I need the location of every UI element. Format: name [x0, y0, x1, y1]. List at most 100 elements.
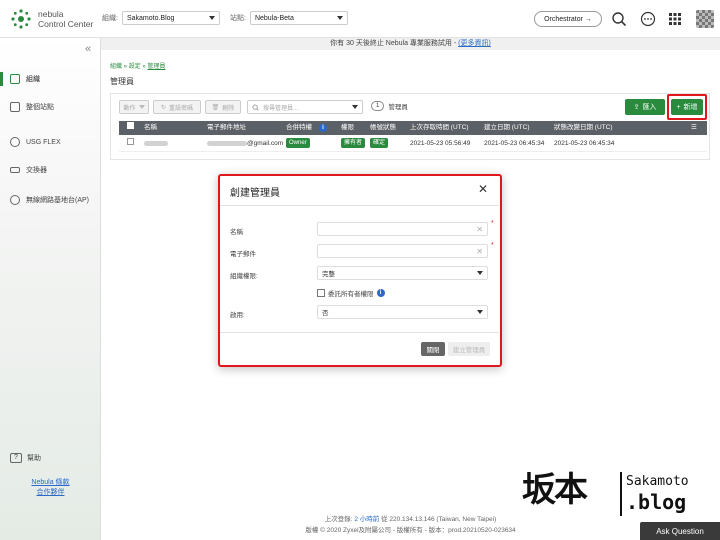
org-privilege-label: 組織權限: [230, 273, 258, 280]
apps-grid-icon[interactable] [667, 11, 683, 27]
search-field[interactable]: 搜尋管理員... [247, 100, 363, 114]
app-name: nebula Control Center [38, 9, 93, 29]
more-info-link[interactable]: (更多資訊) [458, 40, 491, 47]
import-button[interactable]: ⇪ 匯入 [625, 99, 665, 115]
search-icon [252, 103, 259, 111]
row-status-changed: 2021-05-23 06:45:34 [554, 140, 615, 147]
site-dropdown[interactable]: Nebula-Beta [249, 11, 348, 25]
org-privilege-select[interactable]: 完整 [317, 266, 488, 280]
col-last-access[interactable]: 上次存取時間 (UTC) [410, 121, 469, 135]
enable-label: 啟用: [230, 312, 245, 319]
row-privilege: Owner [286, 136, 310, 152]
divider [220, 332, 499, 333]
col-privilege[interactable]: 合併特權 [286, 121, 312, 135]
org-dropdown[interactable]: Sakamoto.Blog [121, 11, 220, 25]
app-name-line2: Control Center [38, 19, 94, 29]
action-label: 動作 [123, 105, 136, 112]
info-icon[interactable]: i [319, 124, 327, 132]
chevron-down-icon [352, 105, 358, 109]
col-email[interactable]: 電子郵件地址 [207, 121, 246, 135]
help-icon: ? [10, 453, 22, 463]
reset-password-button[interactable]: ↻ 重設密碼 [153, 100, 201, 114]
row-email-domain: @gmail.com [247, 140, 284, 147]
last-login-link[interactable]: 2 小時前 [354, 516, 379, 523]
help-label: 幫助 [27, 455, 41, 462]
clear-icon[interactable]: ✕ [476, 247, 483, 256]
terms-link[interactable]: Nebula 條款 [0, 478, 101, 488]
permission-badge: 擁有者 [341, 138, 366, 149]
chevron-down-icon [208, 16, 215, 20]
breadcrumb-settings[interactable]: 設定 [129, 64, 141, 70]
last-login-suffix: 從 220.134.13.146 (Taiwan, New Taipei) [379, 516, 497, 523]
select-all-checkbox[interactable] [127, 121, 134, 135]
clear-icon[interactable]: ✕ [476, 225, 483, 234]
sidebar-item-label: 交換器 [26, 167, 47, 174]
access-point-icon [10, 195, 20, 205]
delegate-owner-checkbox[interactable]: 委託所有者權限 i [317, 288, 385, 298]
org-value: Sakamoto.Blog [126, 14, 175, 22]
name-field[interactable]: ✕ [317, 222, 488, 236]
row-last-access: 2021-05-23 05:56:49 [410, 140, 471, 147]
close-button[interactable]: 關閉 [421, 342, 445, 356]
row-checkbox[interactable] [127, 136, 134, 152]
org-label: 組織: [102, 15, 118, 22]
row-permission: 擁有者 [341, 136, 366, 152]
row-created: 2021-05-23 06:45:34 [484, 140, 545, 147]
add-admin-button[interactable]: + 新增 [671, 99, 703, 115]
col-created[interactable]: 建立日期 (UTC) [484, 121, 530, 135]
search-icon[interactable] [611, 11, 627, 27]
org-privilege-value: 完整 [322, 271, 335, 278]
row-name [144, 136, 168, 152]
orchestrator-button[interactable]: Orchestrator → [534, 11, 602, 27]
create-admin-dialog: 創建管理員 ✕ 名稱 ✕ * 電子郵件 ✕ * 組織權限: 完整 委託所有者權限… [218, 174, 502, 367]
col-permission[interactable]: 權限 [341, 121, 354, 135]
close-icon[interactable]: ✕ [478, 182, 488, 196]
sidebar-item-label: 無線網路基地台(AP) [26, 197, 89, 204]
watermark-kanji: 坂本 [522, 470, 588, 510]
email-label: 電子郵件 [230, 251, 256, 258]
watermark: 坂本 Sakamoto .blog [522, 462, 714, 528]
import-label: 匯入 [642, 104, 657, 111]
more-icon[interactable] [640, 11, 656, 27]
admins-panel: 動作 ↻ 重設密碼 🗑 刪除 搜尋管理員... 1 管理員 ⇪ 匯入 + 新增 … [110, 93, 710, 160]
sidebar-item-site[interactable]: 整個站點 [10, 102, 54, 112]
org-selector: 組織: Sakamoto.Blog [102, 11, 220, 25]
info-icon[interactable]: i [376, 289, 385, 297]
email-field[interactable]: ✕ [317, 244, 488, 258]
row-status: 確定 [370, 136, 389, 152]
nebula-logo-icon[interactable] [10, 8, 32, 30]
chevron-down-icon [477, 271, 483, 275]
watermark-name: Sakamoto [626, 474, 689, 489]
avatar[interactable] [696, 10, 714, 28]
required-marker: * [491, 220, 494, 227]
sidebar-item-organization[interactable]: 組織 [10, 74, 40, 84]
delete-button[interactable]: 🗑 刪除 [205, 100, 241, 114]
enable-select[interactable]: 否 [317, 305, 488, 319]
col-status[interactable]: 帳號狀態 [370, 121, 396, 135]
sidebar: « 組織 整個站點 USG FLEX 交換器 無線網路基地台(AP) ? 幫助 … [0, 38, 101, 540]
plus-icon: + [676, 103, 681, 111]
table-row[interactable]: @gmail.com Owner 擁有者 確定 2021-05-23 05:56… [119, 136, 707, 152]
app-name-line1: nebula [38, 9, 64, 19]
col-status-changed[interactable]: 狀態改變日期 (UTC) [554, 121, 613, 135]
ask-question-button[interactable]: Ask Question [640, 522, 720, 540]
partner-link[interactable]: 合作夥伴 [0, 488, 101, 498]
sidebar-item-switch[interactable]: 交換器 [10, 165, 47, 175]
checkbox[interactable] [317, 289, 325, 297]
row-email: @gmail.com [207, 136, 283, 152]
breadcrumb-org[interactable]: 組織 [110, 64, 122, 70]
watermark-domain: .blog [626, 490, 687, 514]
firewall-icon [10, 137, 20, 147]
watermark-divider [620, 472, 622, 516]
sidebar-item-ap[interactable]: 無線網路基地台(AP) [10, 195, 89, 205]
column-settings-icon[interactable]: ☰ [691, 121, 697, 135]
collapse-sidebar-icon[interactable]: « [85, 43, 91, 55]
create-admin-button[interactable]: 建立管理員 [448, 342, 490, 356]
trial-notice: 你有 30 天後終止 Nebula 專業服務試用 - (更多資訊) [101, 38, 720, 50]
col-name[interactable]: 名稱 [144, 121, 157, 135]
site-selector: 站點: Nebula-Beta [230, 11, 348, 25]
help-link[interactable]: ? 幫助 [10, 453, 41, 463]
admin-count: 1 管理員 [371, 101, 408, 111]
action-button[interactable]: 動作 [119, 100, 149, 114]
sidebar-item-usg-flex[interactable]: USG FLEX [10, 137, 61, 147]
